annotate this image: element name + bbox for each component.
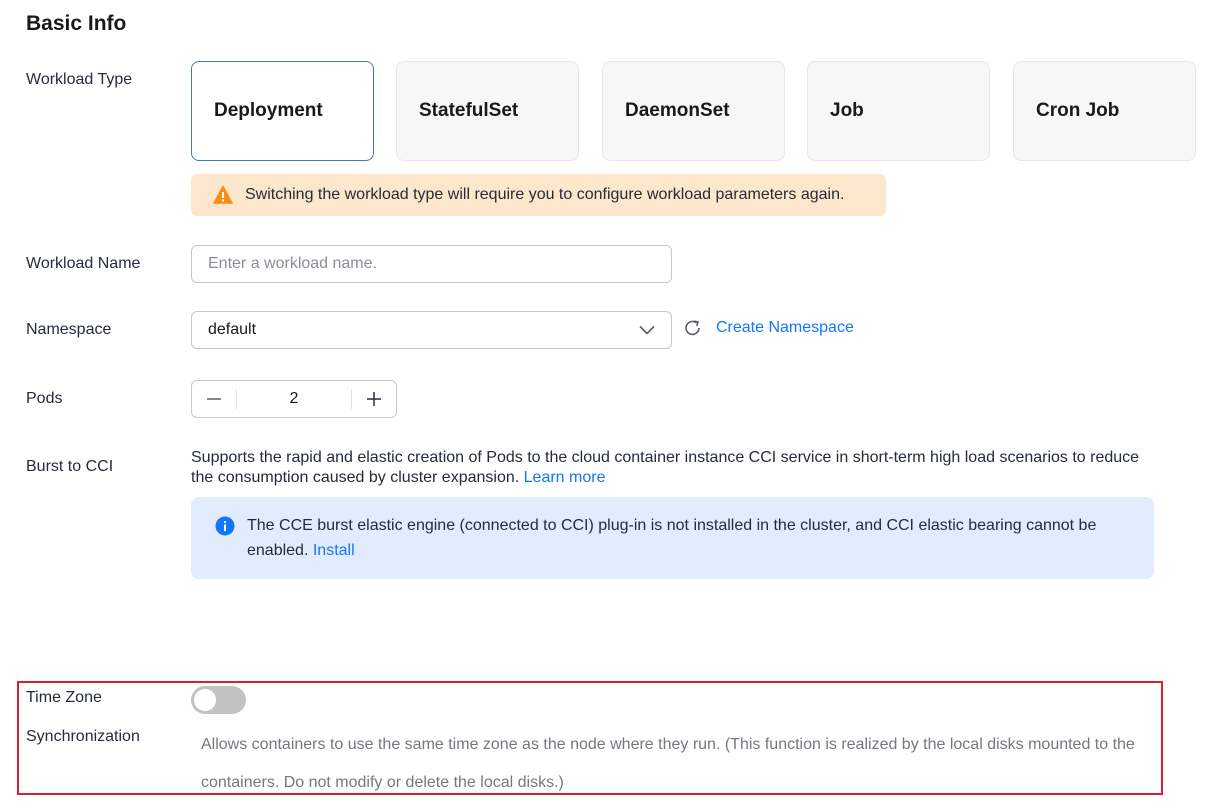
decrement-button[interactable] xyxy=(192,381,236,417)
install-link[interactable]: Install xyxy=(313,542,355,559)
chevron-down-icon xyxy=(639,325,655,335)
warning-text: Switching the workload type will require… xyxy=(245,186,845,203)
namespace-label: Namespace xyxy=(26,321,112,338)
burst-notice: The CCE burst elastic engine (connected … xyxy=(191,497,1154,579)
pods-value[interactable]: 2 xyxy=(236,389,352,409)
burst-description: Supports the rapid and elastic creation … xyxy=(191,448,1151,488)
pods-stepper: 2 xyxy=(191,380,397,418)
burst-notice-text: The CCE burst elastic engine (connected … xyxy=(247,517,1097,559)
toggle-knob xyxy=(194,689,216,711)
plus-icon xyxy=(367,392,381,406)
create-namespace-link[interactable]: Create Namespace xyxy=(716,319,854,337)
time-zone-sync-toggle[interactable] xyxy=(191,686,246,714)
workload-type-cron-job[interactable]: Cron Job xyxy=(1013,61,1196,161)
workload-type-deployment[interactable]: Deployment xyxy=(191,61,374,161)
warning-triangle-icon xyxy=(213,185,233,204)
pods-label: Pods xyxy=(26,390,63,407)
workload-name-label: Workload Name xyxy=(26,255,141,272)
workload-type-job[interactable]: Job xyxy=(807,61,990,161)
workload-type-label: Workload Type xyxy=(26,71,133,88)
time-zone-description: Allows containers to use the same time z… xyxy=(201,736,1135,791)
section-title: Basic Info xyxy=(26,12,127,35)
burst-to-cci-label: Burst to CCI xyxy=(26,458,114,475)
increment-button[interactable] xyxy=(352,381,396,417)
synchronization-label: Synchronization xyxy=(26,728,140,745)
workload-type-statefulset[interactable]: StatefulSet xyxy=(396,61,579,161)
refresh-icon[interactable] xyxy=(683,318,703,338)
namespace-value: default xyxy=(208,321,257,338)
namespace-select[interactable]: default xyxy=(191,311,672,349)
time-zone-label: Time Zone xyxy=(26,689,102,706)
info-circle-icon xyxy=(215,516,235,536)
burst-description-text: Supports the rapid and elastic creation … xyxy=(191,449,1140,486)
learn-more-link[interactable]: Learn more xyxy=(524,469,606,486)
workload-name-input[interactable] xyxy=(191,245,672,283)
workload-type-daemonset[interactable]: DaemonSet xyxy=(602,61,785,161)
minus-icon xyxy=(207,398,221,400)
workload-type-warning: Switching the workload type will require… xyxy=(191,174,886,216)
